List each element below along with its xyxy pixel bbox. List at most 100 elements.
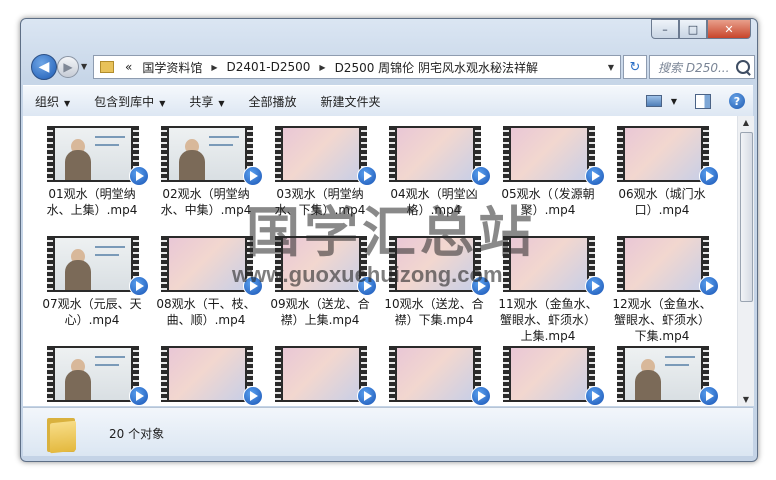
- media-player-icon: [243, 276, 263, 296]
- video-thumbnail: [503, 236, 595, 292]
- breadcrumb-item[interactable]: D2500 周锦伦 阴宅风水观水秘法祥解: [330, 59, 543, 76]
- new-folder-button[interactable]: 新建文件夹: [309, 93, 393, 110]
- thumbnail-image: [397, 128, 473, 180]
- scroll-down-icon[interactable]: ▼: [740, 395, 752, 404]
- include-in-library-label: 包含到库中: [94, 94, 155, 109]
- organize-menu[interactable]: 组织 ▼: [23, 93, 82, 110]
- file-item[interactable]: 01观水（明堂纳水、上集）.mp4: [35, 122, 149, 232]
- media-player-icon: [357, 166, 377, 186]
- file-grid: 01观水（明堂纳水、上集）.mp4 02观水（明堂纳水、中集）.mp4 03观水（明…: [35, 122, 719, 406]
- video-thumbnail: [617, 126, 709, 182]
- caption-buttons: – □ ✕: [651, 19, 751, 39]
- share-label: 共享: [189, 94, 214, 109]
- file-name: 10观水（送龙、合襟）下集.mp4: [384, 297, 484, 327]
- video-thumbnail: [275, 126, 367, 182]
- file-item[interactable]: [491, 342, 605, 406]
- help-icon[interactable]: ?: [729, 93, 745, 109]
- vertical-scrollbar[interactable]: ▲ ▼: [737, 116, 754, 406]
- address-dropdown-icon[interactable]: ▼: [602, 63, 620, 72]
- file-name: 04观水（明堂凶格）.mp4: [390, 187, 478, 217]
- search-placeholder: 搜索 D250...: [658, 60, 730, 75]
- file-item[interactable]: 08观水（干、枝、曲、顺）.mp4: [149, 232, 263, 342]
- media-player-icon: [699, 386, 719, 406]
- search-icon[interactable]: [736, 60, 750, 74]
- file-name: 08观水（干、枝、曲、顺）.mp4: [156, 297, 256, 327]
- breadcrumb-separator-icon[interactable]: ▶: [315, 63, 329, 72]
- file-item[interactable]: 07观水（元辰、天心）.mp4: [35, 232, 149, 342]
- chevron-down-icon: ▼: [64, 98, 71, 108]
- file-item[interactable]: 02观水（明堂纳水、中集）.mp4: [149, 122, 263, 232]
- file-name: 12观水（金鱼水、蟹眼水、虾须水）下集.mp4: [612, 297, 712, 343]
- file-name: 07观水（元辰、天心）.mp4: [42, 297, 142, 327]
- file-name: 05观水（（发源朝聚）.mp4: [501, 187, 595, 217]
- file-item[interactable]: 11观水（金鱼水、蟹眼水、虾须水）上集.mp4: [491, 232, 605, 343]
- media-player-icon: [243, 166, 263, 186]
- file-item[interactable]: 09观水（送龙、合襟）上集.mp4: [263, 232, 377, 342]
- media-player-icon: [129, 386, 149, 406]
- file-name: 11观水（金鱼水、蟹眼水、虾须水）上集.mp4: [498, 297, 598, 343]
- file-item[interactable]: [263, 342, 377, 406]
- video-thumbnail: [617, 346, 709, 402]
- folder-icon: [100, 61, 114, 73]
- thumbnail-image: [55, 348, 131, 400]
- back-arrow-icon: ◀: [38, 59, 50, 75]
- media-player-icon: [471, 276, 491, 296]
- file-item[interactable]: [377, 342, 491, 406]
- file-item[interactable]: 05观水（（发源朝聚）.mp4: [491, 122, 605, 232]
- chevron-down-icon: ▼: [218, 98, 225, 108]
- file-item[interactable]: 04观水（明堂凶格）.mp4: [377, 122, 491, 232]
- include-in-library-menu[interactable]: 包含到库中 ▼: [82, 93, 177, 110]
- file-item[interactable]: 12观水（金鱼水、蟹眼水、虾须水）下集.mp4: [605, 232, 719, 343]
- share-menu[interactable]: 共享 ▼: [177, 93, 236, 110]
- breadcrumb-item[interactable]: D2401-D2500: [222, 60, 316, 74]
- file-name: 06观水（城门水口）.mp4: [618, 187, 706, 217]
- address-bar[interactable]: « 国学资料馆 ▶ D2401-D2500 ▶ D2500 周锦伦 阴宅风水观水…: [93, 55, 621, 79]
- media-player-icon: [243, 386, 263, 406]
- breadcrumb-overflow[interactable]: «: [120, 60, 137, 74]
- back-button[interactable]: ◀: [31, 54, 57, 80]
- search-input[interactable]: 搜索 D250...: [649, 55, 755, 79]
- file-item[interactable]: [605, 342, 719, 406]
- change-view-icon[interactable]: [645, 95, 662, 107]
- scroll-up-icon[interactable]: ▲: [740, 118, 752, 127]
- media-player-icon: [357, 276, 377, 296]
- thumbnail-image: [169, 238, 245, 290]
- play-all-button[interactable]: 全部播放: [237, 93, 309, 110]
- recent-pages-dropdown[interactable]: ▼: [81, 62, 87, 71]
- close-button[interactable]: ✕: [707, 19, 751, 39]
- view-dropdown-icon[interactable]: ▼: [671, 97, 677, 106]
- refresh-button[interactable]: ↻: [623, 55, 647, 79]
- video-thumbnail: [161, 126, 253, 182]
- forward-arrow-icon: ▶: [63, 60, 73, 74]
- navigation-bar: ◀ ▶ ▼ « 国学资料馆 ▶ D2401-D2500 ▶ D2500 周锦伦 …: [29, 53, 755, 81]
- file-item[interactable]: 10观水（送龙、合襟）下集.mp4: [377, 232, 491, 342]
- file-name: 03观水（明堂纳水、下集）.mp4: [274, 187, 366, 217]
- minimize-button[interactable]: –: [651, 19, 679, 39]
- media-player-icon: [471, 386, 491, 406]
- scrollbar-thumb[interactable]: [740, 132, 753, 302]
- file-item[interactable]: [35, 342, 149, 406]
- maximize-button[interactable]: □: [679, 19, 707, 39]
- file-item[interactable]: 06观水（城门水口）.mp4: [605, 122, 719, 232]
- breadcrumb-item[interactable]: 国学资料馆: [137, 59, 207, 76]
- toolbar-right: ▼ ?: [645, 93, 753, 109]
- thumbnail-image: [511, 238, 587, 290]
- video-thumbnail: [161, 236, 253, 292]
- media-player-icon: [699, 166, 719, 186]
- forward-button[interactable]: ▶: [57, 56, 79, 78]
- video-thumbnail: [47, 346, 139, 402]
- preview-pane-icon[interactable]: [695, 93, 711, 109]
- breadcrumb-separator-icon[interactable]: ▶: [207, 63, 221, 72]
- thumbnail-image: [55, 128, 131, 180]
- file-item[interactable]: 03观水（明堂纳水、下集）.mp4: [263, 122, 377, 232]
- video-thumbnail: [503, 126, 595, 182]
- details-pane: 20 个对象: [23, 407, 753, 456]
- file-item[interactable]: [149, 342, 263, 406]
- media-player-icon: [699, 276, 719, 296]
- video-thumbnail: [389, 346, 481, 402]
- folder-icon: [47, 416, 77, 454]
- video-thumbnail: [389, 126, 481, 182]
- video-thumbnail: [161, 346, 253, 402]
- explorer-window: – □ ✕ ◀ ▶ ▼ « 国学资料馆 ▶ D2401-D2500 ▶ D250…: [20, 18, 758, 462]
- media-player-icon: [585, 276, 605, 296]
